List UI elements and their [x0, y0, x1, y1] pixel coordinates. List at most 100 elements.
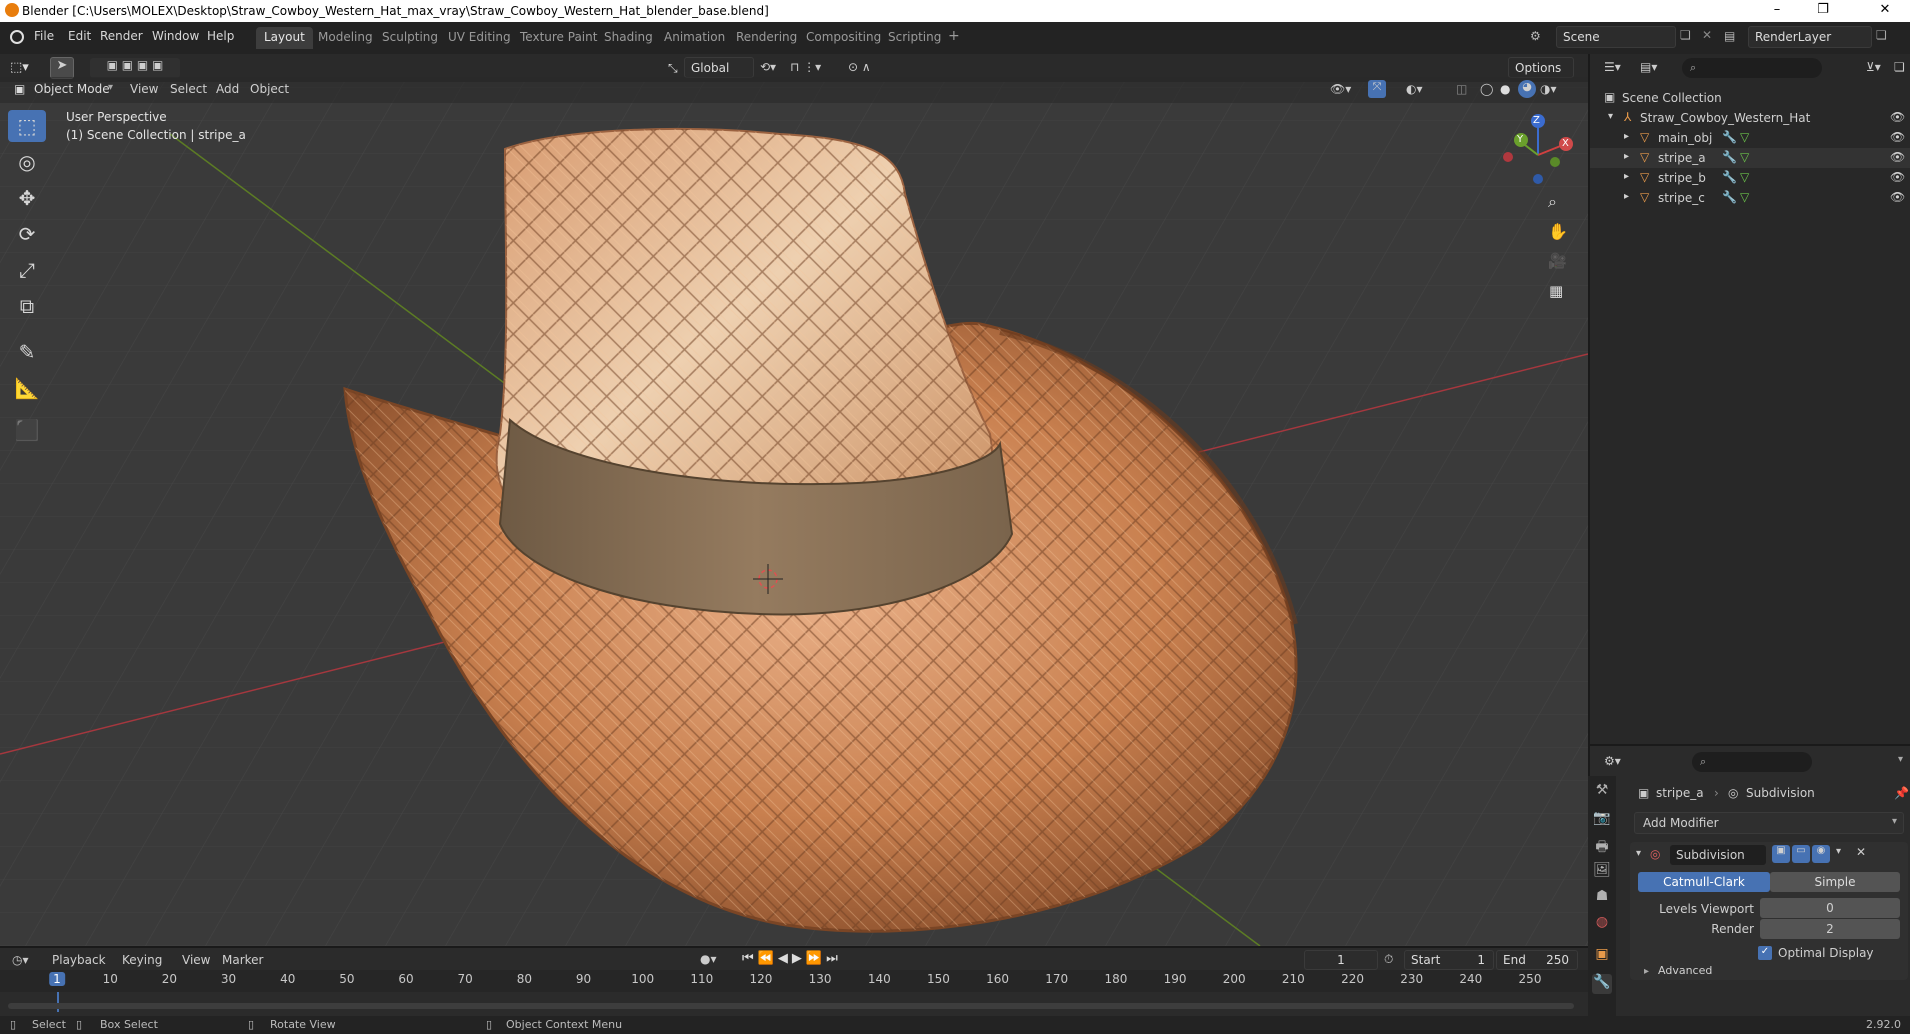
menu-window[interactable]: Window [152, 29, 199, 43]
expand-arrow-icon[interactable]: ▸ [1644, 966, 1649, 977]
new-layer-icon[interactable]: ❏ [1876, 28, 1887, 42]
modifier-wrench-icon[interactable]: 🔧 [1722, 150, 1737, 164]
xray-icon[interactable]: ◫ [1456, 82, 1467, 96]
display-mode-icon[interactable]: ▤▾ [1640, 60, 1657, 74]
outliner-row-collection[interactable]: ▾ ⅄ Straw_Cowboy_Western_Hat 👁 [1590, 108, 1910, 128]
snap-icon[interactable]: ⊓ ⋮▾ [790, 60, 821, 74]
gizmo-toggle-icon[interactable]: ⤧ [1368, 80, 1386, 98]
modifier-wrench-icon[interactable]: 🔧 [1722, 190, 1737, 204]
visibility-eye-icon[interactable]: 👁 [1890, 110, 1905, 124]
object-tab-icon[interactable]: ▣ [1592, 946, 1612, 966]
tab-rendering[interactable]: Rendering [728, 27, 805, 49]
wireframe-shading-icon[interactable]: ◯ [1480, 82, 1493, 96]
ortho-grid-icon[interactable]: ▦ [1549, 282, 1563, 300]
viewport-menu-select[interactable]: Select [170, 82, 207, 96]
annotate-tool-icon[interactable]: ✎ [8, 336, 46, 368]
menu-help[interactable]: Help [207, 29, 234, 43]
collapse-arrow-icon[interactable]: ▾ [1636, 848, 1641, 859]
chevron-down-icon[interactable]: ▾ [1898, 754, 1903, 765]
viewport-menu-object[interactable]: Object [250, 82, 289, 96]
view-layer-tab-icon[interactable]: 🖼 [1592, 862, 1612, 882]
properties-editor-icon[interactable]: ⚙▾ [1604, 754, 1621, 768]
edit-mode-toggle-icon[interactable]: ▣ [1772, 845, 1790, 863]
render-levels-field[interactable]: 2 [1760, 919, 1900, 939]
transform-orientation-icon[interactable]: ⤡ [668, 61, 678, 76]
scene-selector[interactable]: Scene [1556, 26, 1676, 48]
visibility-eye-icon[interactable]: 👁 [1890, 170, 1905, 184]
timeline-editor-icon[interactable]: ◷▾ [12, 953, 29, 967]
scene-tab-icon[interactable]: ☗ [1592, 888, 1612, 908]
tab-sculpting[interactable]: Sculpting [374, 27, 446, 49]
record-icon[interactable]: ●▾ [700, 952, 717, 966]
timeline-scrollbar[interactable] [8, 1003, 1574, 1009]
expand-arrow-icon[interactable]: ▸ [1624, 151, 1629, 162]
delete-scene-icon[interactable]: ✕ [1702, 28, 1712, 42]
expand-arrow-icon[interactable]: ▾ [1608, 111, 1613, 122]
rendered-shading-icon[interactable]: ◑▾ [1540, 82, 1557, 96]
3d-viewport[interactable]: Z X Y ⌕ ✋ 🎥 ▦ User Perspective (1) Scene… [0, 54, 1588, 946]
timeline-menu-view[interactable]: View [182, 953, 210, 967]
modifier-wrench-icon[interactable]: 🔧 [1722, 130, 1737, 144]
tab-shading[interactable]: Shading [596, 27, 661, 49]
viewport-menu-add[interactable]: Add [216, 82, 239, 96]
visibility-eye-icon[interactable]: 👁▾ [1330, 82, 1351, 96]
current-frame-field[interactable]: 1 [1304, 950, 1378, 970]
expand-arrow-icon[interactable]: ▸ [1624, 191, 1629, 202]
zoom-icon[interactable]: ⌕ [1548, 192, 1557, 212]
expand-arrow-icon[interactable]: ▸ [1624, 131, 1629, 142]
outliner-editor-icon[interactable]: ☰▾ [1604, 60, 1621, 74]
solid-shading-icon[interactable]: ● [1500, 82, 1510, 96]
options-dropdown[interactable]: Options [1508, 57, 1574, 78]
advanced-panel-label[interactable]: Advanced [1658, 964, 1712, 977]
playback-controls-icon[interactable]: ⏮⏪◀▶⏩⏭ [742, 951, 842, 966]
pan-hand-icon[interactable]: ✋ [1548, 222, 1568, 241]
viewport-toggle-icon[interactable]: ▭ [1792, 845, 1810, 863]
add-modifier-dropdown[interactable]: Add Modifier ▾ [1634, 812, 1904, 834]
modifier-menu-chevron-icon[interactable]: ▾ [1836, 846, 1841, 857]
scene-icon[interactable]: ⚙ [1530, 29, 1541, 43]
visibility-eye-icon[interactable]: 👁 [1890, 190, 1905, 204]
outliner-row-object[interactable]: ▸ ▽ stripe_b 🔧 ▽ 👁 [1590, 168, 1910, 188]
tab-layout[interactable]: Layout [256, 27, 313, 49]
menu-render[interactable]: Render [100, 29, 143, 43]
outliner-row-object[interactable]: ▸ ▽ main_obj 🔧 ▽ 👁 [1590, 128, 1910, 148]
outliner-row-object[interactable]: ▸ ▽ stripe_a 🔧 ▽ 👁 [1590, 148, 1910, 168]
select-tool-icon[interactable]: ➤ [50, 57, 74, 79]
render-tab-icon[interactable]: 📷 [1592, 810, 1612, 830]
simple-button[interactable]: Simple [1770, 872, 1900, 892]
properties-search-input[interactable]: ⌕ [1692, 752, 1812, 772]
end-frame-field[interactable]: End 250 [1496, 950, 1578, 970]
modifier-wrench-icon[interactable]: 🔧 [1722, 170, 1737, 184]
object-mode-dropdown[interactable]: Object Mode [34, 82, 110, 96]
pivot-point-icon[interactable]: ⟲▾ [760, 60, 776, 74]
minimize-button[interactable]: – [1754, 2, 1800, 20]
add-workspace-icon[interactable]: + [948, 28, 960, 44]
filter-icon[interactable]: ⊻▾ [1866, 60, 1881, 74]
close-button[interactable]: ✕ [1862, 2, 1908, 20]
mesh-data-icon[interactable]: ▽ [1740, 130, 1749, 144]
rotate-tool-icon[interactable]: ⟳ [8, 218, 46, 250]
timeline-menu-playback[interactable]: Playback [52, 953, 106, 967]
visibility-eye-icon[interactable]: 👁 [1890, 150, 1905, 164]
tab-uv-editing[interactable]: UV Editing [440, 27, 519, 49]
outliner-search-input[interactable]: ⌕ [1682, 58, 1822, 78]
transform-orientation-dropdown[interactable]: Global [684, 57, 754, 78]
proportional-edit-icon[interactable]: ⊙ ∧ [848, 60, 871, 74]
transform-tool-icon[interactable]: ⧉ [8, 290, 46, 322]
expand-arrow-icon[interactable]: ▸ [1624, 171, 1629, 182]
measure-tool-icon[interactable]: 📐 [8, 372, 46, 404]
tab-scripting[interactable]: Scripting [880, 27, 949, 49]
move-tool-icon[interactable]: ✥ [8, 182, 46, 214]
timeline-menu-marker[interactable]: Marker [222, 953, 263, 967]
levels-viewport-field[interactable]: 0 [1760, 898, 1900, 918]
mesh-data-icon[interactable]: ▽ [1740, 190, 1749, 204]
start-frame-field[interactable]: Start 1 [1404, 950, 1494, 970]
world-tab-icon[interactable]: ◍ [1592, 914, 1612, 934]
outliner-row-object[interactable]: ▸ ▽ stripe_c 🔧 ▽ 👁 [1590, 188, 1910, 208]
optimal-display-checkbox[interactable]: ✓ [1758, 946, 1772, 960]
render-layer-selector[interactable]: RenderLayer [1748, 26, 1872, 48]
tab-modeling[interactable]: Modeling [310, 27, 381, 49]
menu-file[interactable]: File [34, 29, 54, 43]
tab-compositing[interactable]: Compositing [798, 27, 889, 49]
modifier-name-input[interactable]: Subdivision [1670, 845, 1766, 865]
